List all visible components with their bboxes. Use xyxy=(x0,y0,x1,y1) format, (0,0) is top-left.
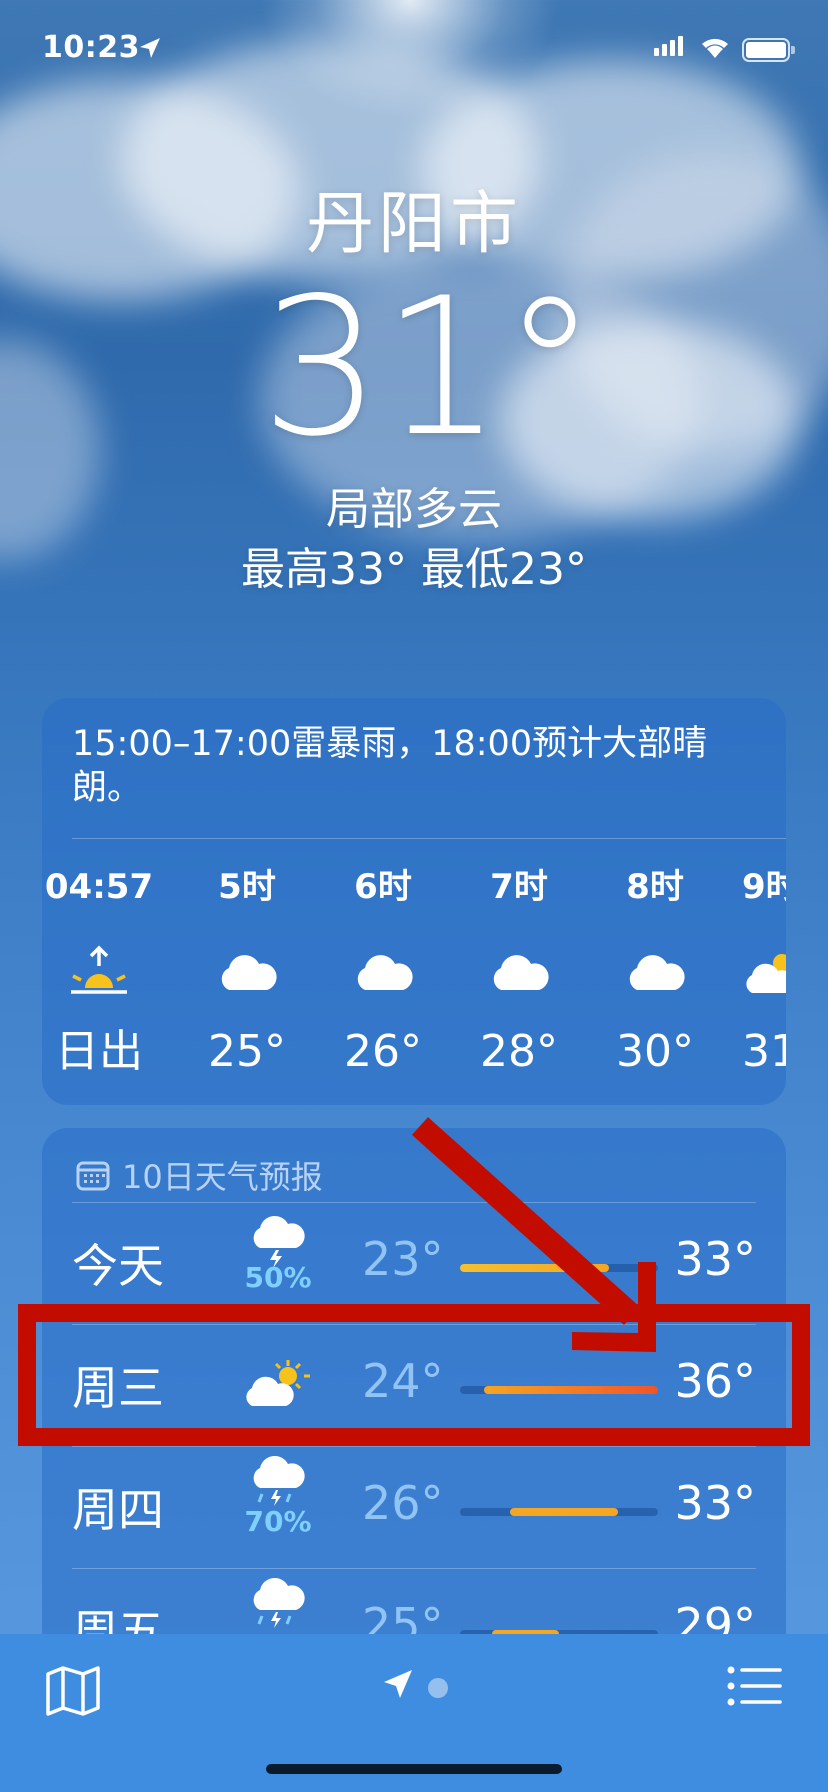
cloud-icon xyxy=(221,955,277,990)
day-name: 周四 xyxy=(72,1483,164,1537)
signal-icon xyxy=(654,36,683,56)
current-weather: 丹阳市 31° 局部多云 最高33° 最低23° xyxy=(0,180,828,600)
location-arrow-icon xyxy=(140,38,160,58)
low-temp: 23° xyxy=(362,1232,444,1286)
temp-range-bar xyxy=(460,1508,658,1516)
current-temperature: 31° xyxy=(260,257,598,478)
hour-label: 04:57 xyxy=(44,867,154,907)
cloud-icon xyxy=(629,955,685,990)
list-icon[interactable] xyxy=(726,1664,782,1708)
hour-item: 5时 25° xyxy=(182,862,312,1084)
sunrise-icon xyxy=(71,945,127,994)
hour-value: 日出 xyxy=(55,1026,143,1077)
hour-value: 31° xyxy=(742,1026,786,1077)
page-dot[interactable] xyxy=(428,1678,448,1698)
hour-value: 26° xyxy=(344,1026,422,1077)
hour-value: 28° xyxy=(480,1026,558,1077)
temp-range-bar xyxy=(460,1262,658,1274)
battery-icon xyxy=(742,38,795,62)
thunderstorm-icon xyxy=(253,1456,305,1506)
ten-day-title: 10日天气预报 xyxy=(122,1158,323,1196)
hour-item: 6时 26° xyxy=(318,862,448,1084)
hourly-strip[interactable]: 04:57 日出 5时 25° 6时 26° 7时 28° 8时 30° 9时 … xyxy=(0,862,828,1092)
day-name: 今天 xyxy=(72,1239,164,1293)
day-row-thursday[interactable]: 周四 70% 26° 33° xyxy=(42,1450,786,1568)
current-temp-marker xyxy=(574,1262,586,1274)
hour-label: 6时 xyxy=(354,867,412,907)
forecast-summary: 15:00–17:00雷暴雨，18:00预计大部晴朗。 xyxy=(72,724,708,808)
hour-label: 5时 xyxy=(218,867,276,907)
hour-item: 04:57 日出 xyxy=(34,862,164,1084)
thunderstorm-icon xyxy=(253,1578,305,1628)
status-bar: 10:23 xyxy=(0,0,828,100)
precipitation-chance: 70% xyxy=(244,1505,312,1538)
ten-day-header: 10日天气预报 xyxy=(76,1152,323,1198)
hour-value: 25° xyxy=(208,1026,286,1077)
hour-item: 9时 31° xyxy=(742,862,786,1084)
highlight-box xyxy=(18,1304,810,1446)
hour-label: 9时 xyxy=(742,867,786,907)
hour-item: 7时 28° xyxy=(454,862,584,1084)
status-time: 10:23 xyxy=(42,30,140,65)
location-arrow-icon[interactable] xyxy=(382,1668,414,1700)
hour-label: 7时 xyxy=(490,867,548,907)
thunderstorm-icon xyxy=(253,1215,305,1268)
map-icon[interactable] xyxy=(44,1664,102,1718)
high-temp: 33° xyxy=(674,1232,756,1286)
hi-lo-text: 最高33° 最低23° xyxy=(241,544,587,595)
cloud-icon xyxy=(357,955,413,990)
cloud-icon xyxy=(493,955,549,990)
hour-item: 8时 30° xyxy=(590,862,720,1084)
high-temp: 33° xyxy=(674,1476,756,1530)
wifi-icon xyxy=(702,38,728,58)
home-indicator xyxy=(266,1764,562,1774)
precipitation-chance: 50% xyxy=(244,1261,312,1294)
partly-sunny-icon xyxy=(746,954,786,993)
calendar-icon xyxy=(76,1161,110,1191)
hour-value: 30° xyxy=(616,1026,694,1077)
low-temp: 26° xyxy=(362,1476,444,1530)
hour-label: 8时 xyxy=(626,867,684,907)
condition-text: 局部多云 xyxy=(326,484,502,535)
